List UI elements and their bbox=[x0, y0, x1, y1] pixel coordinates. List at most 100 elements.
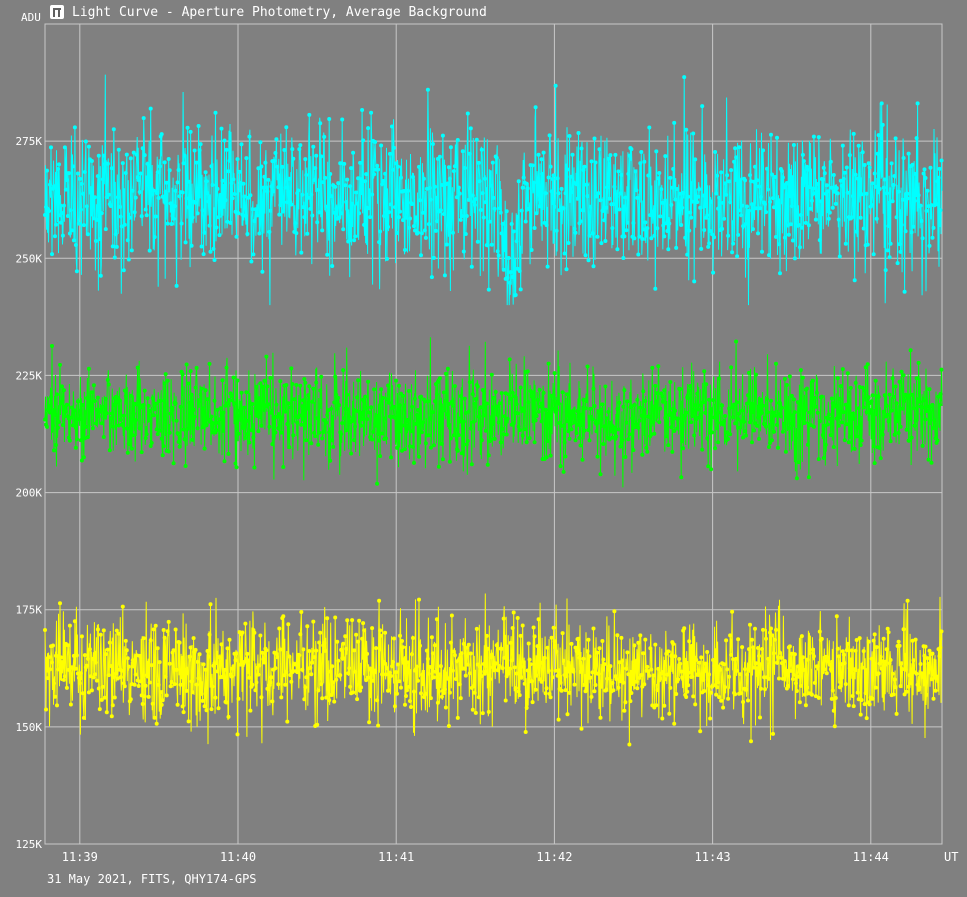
series-2-point bbox=[696, 407, 701, 412]
series-2-point bbox=[673, 408, 678, 413]
series-2-point bbox=[63, 409, 68, 414]
series-3-point bbox=[785, 683, 790, 688]
series-3-point bbox=[374, 646, 379, 651]
series-3-point bbox=[751, 645, 755, 650]
series-2-point bbox=[312, 430, 317, 435]
x-axis-label: UT bbox=[944, 850, 958, 864]
series-3-point bbox=[355, 697, 360, 702]
series-1-point bbox=[551, 173, 556, 178]
series-2-point bbox=[889, 408, 894, 413]
series-1-point bbox=[76, 221, 81, 226]
series-1-point bbox=[297, 147, 302, 152]
series-1-point bbox=[565, 167, 570, 172]
series-1-point bbox=[733, 146, 738, 151]
series-3-point bbox=[399, 685, 403, 690]
series-3-point bbox=[84, 663, 89, 668]
series-2-point bbox=[702, 369, 707, 374]
series-1-point bbox=[601, 208, 606, 213]
series-2-point bbox=[184, 362, 189, 367]
series-3-point bbox=[812, 680, 817, 685]
series-2-point bbox=[392, 404, 396, 409]
series-2-point bbox=[325, 413, 330, 417]
series-1-point bbox=[809, 198, 814, 203]
series-2-point bbox=[759, 397, 763, 402]
series-2-point bbox=[398, 403, 402, 408]
series-1-point bbox=[286, 189, 291, 194]
series-3-point bbox=[298, 632, 303, 637]
y-tick-label: 175K bbox=[16, 604, 43, 617]
series-1-point bbox=[358, 160, 363, 165]
series-2-point bbox=[107, 448, 112, 453]
series-2-point bbox=[916, 360, 921, 365]
series-3-point bbox=[295, 670, 300, 675]
series-2-point bbox=[836, 423, 841, 428]
series-2-point bbox=[182, 437, 187, 442]
series-1-point bbox=[360, 108, 365, 112]
series-2-point bbox=[344, 428, 349, 433]
series-3-point bbox=[172, 682, 177, 687]
series-3-point bbox=[79, 634, 84, 639]
series-3-point bbox=[333, 615, 338, 620]
series-1-point bbox=[393, 205, 397, 210]
series-1-point bbox=[85, 232, 90, 237]
series-2-point bbox=[606, 409, 611, 414]
series-2-point bbox=[720, 403, 725, 408]
series-2-point bbox=[631, 448, 636, 453]
series-3-point bbox=[873, 685, 878, 690]
series-1-point bbox=[670, 185, 675, 190]
series-3-point bbox=[602, 662, 607, 667]
series-1-point bbox=[776, 205, 780, 210]
series-3-point bbox=[893, 685, 898, 690]
series-3-point bbox=[635, 686, 640, 691]
series-1-point bbox=[475, 239, 480, 244]
series-2-point bbox=[816, 457, 821, 462]
series-3-point bbox=[660, 716, 665, 721]
series-1-point bbox=[391, 167, 395, 172]
series-3-point bbox=[574, 648, 579, 653]
series-3-point bbox=[247, 675, 252, 680]
x-tick-label: 11:40 bbox=[220, 850, 256, 864]
series-1-point bbox=[255, 213, 260, 218]
series-3-point bbox=[314, 648, 319, 653]
series-2-point bbox=[246, 418, 251, 423]
series-2-point bbox=[788, 421, 793, 426]
series-2-point bbox=[738, 425, 743, 430]
series-3-point bbox=[638, 633, 643, 638]
series-1-point bbox=[817, 238, 822, 243]
series-3-point bbox=[773, 637, 777, 642]
series-3-point bbox=[419, 691, 423, 696]
series-1-point bbox=[815, 182, 820, 186]
series-3-point bbox=[589, 694, 594, 699]
series-3-point bbox=[736, 637, 741, 642]
series-1-point bbox=[404, 215, 408, 220]
series-1-point bbox=[228, 220, 233, 225]
series-1-point bbox=[843, 241, 848, 246]
series-1-point bbox=[760, 249, 764, 254]
series-1-point bbox=[757, 184, 761, 189]
series-2-point bbox=[386, 383, 390, 388]
series-2-point bbox=[158, 398, 163, 403]
series-1-point bbox=[780, 175, 785, 180]
light-curve-app-icon[interactable] bbox=[50, 5, 64, 19]
series-1-point bbox=[714, 191, 719, 196]
series-1-point bbox=[49, 145, 53, 150]
series-2-point bbox=[204, 423, 209, 428]
series-2-point bbox=[686, 396, 691, 401]
series-1-point bbox=[894, 215, 899, 220]
series-3-point bbox=[142, 694, 147, 699]
series-1-point bbox=[75, 171, 80, 176]
series-2-point bbox=[840, 367, 845, 372]
series-2-point bbox=[456, 433, 461, 438]
series-1-point bbox=[147, 248, 152, 253]
series-1-point bbox=[390, 124, 394, 129]
series-3-point bbox=[486, 709, 491, 714]
series-3-point bbox=[303, 685, 308, 690]
series-2-point bbox=[496, 420, 501, 425]
series-2-point bbox=[426, 433, 431, 438]
series-1-point bbox=[523, 219, 528, 224]
series-3-point bbox=[113, 671, 118, 676]
series-3-point bbox=[259, 695, 264, 700]
series-3-point bbox=[116, 631, 121, 636]
series-1-point bbox=[80, 191, 85, 196]
series-3-point bbox=[591, 626, 596, 631]
